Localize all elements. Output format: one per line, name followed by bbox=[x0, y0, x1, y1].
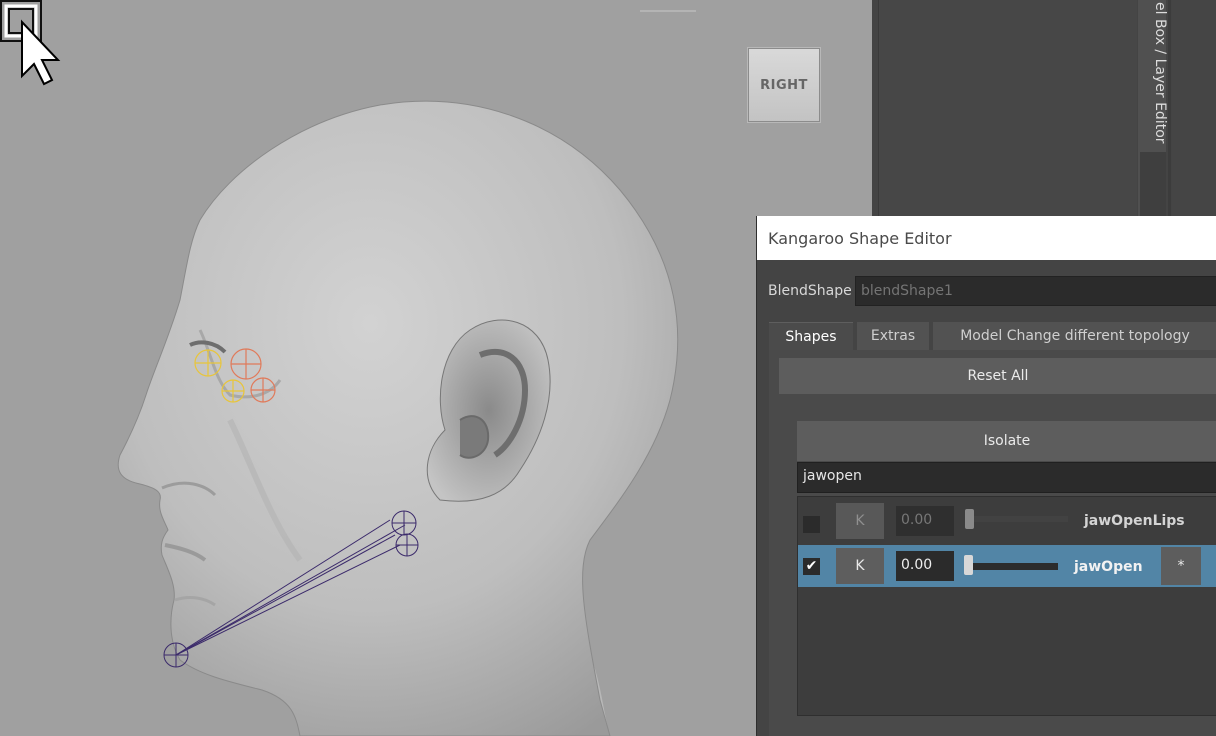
channel-box-tab-label[interactable]: el Box / Layer Editor bbox=[1152, 0, 1168, 144]
filter-input[interactable]: jawopen bbox=[797, 462, 1216, 493]
move-cursor-icon bbox=[0, 0, 61, 86]
list-item[interactable]: K 0.00 jawOpenLips bbox=[798, 503, 1216, 545]
blendshape-field[interactable]: blendShape1 bbox=[855, 276, 1216, 306]
reset-all-button[interactable]: Reset All bbox=[779, 358, 1216, 394]
shape-name: jawOpenLips bbox=[1084, 513, 1185, 529]
blendshape-label: BlendShape bbox=[768, 283, 852, 299]
side-dock: el Box / Layer Editor bbox=[872, 0, 1216, 216]
row-checkbox[interactable] bbox=[803, 516, 820, 533]
edit-shape-button[interactable]: * bbox=[1161, 547, 1201, 585]
weight-slider[interactable] bbox=[967, 563, 1058, 570]
view-cube[interactable]: RIGHT bbox=[748, 48, 820, 122]
head-model-render bbox=[117, 100, 679, 736]
tab-model-change[interactable]: Model Change different topology bbox=[933, 322, 1216, 350]
weight-field[interactable]: 0.00 bbox=[896, 551, 954, 581]
dock-divider[interactable] bbox=[1168, 0, 1171, 216]
weight-slider-handle[interactable] bbox=[965, 509, 974, 529]
weight-field[interactable]: 0.00 bbox=[896, 506, 954, 536]
window-title: Kangaroo Shape Editor bbox=[768, 229, 952, 248]
dock-right-panel bbox=[1172, 0, 1216, 216]
isolate-button[interactable]: Isolate bbox=[797, 421, 1216, 461]
key-button[interactable]: K bbox=[836, 548, 884, 584]
dock-panel bbox=[878, 0, 1137, 216]
3d-viewport[interactable]: RIGHT bbox=[0, 0, 872, 736]
tab-extras[interactable]: Extras bbox=[857, 322, 929, 350]
channel-box-tab-lower bbox=[1140, 152, 1166, 216]
weight-slider-handle[interactable] bbox=[964, 555, 973, 575]
shape-name: jawOpen bbox=[1074, 559, 1143, 575]
row-checkbox[interactable]: ✔ bbox=[803, 558, 820, 575]
weight-slider[interactable] bbox=[968, 516, 1068, 522]
key-button[interactable]: K bbox=[836, 503, 884, 539]
shape-list: K 0.00 jawOpenLips ✔ K 0.00 jawOpen * bbox=[797, 496, 1216, 716]
list-item-selected[interactable]: ✔ K 0.00 jawOpen * bbox=[798, 545, 1216, 587]
editor-titlebar[interactable]: Kangaroo Shape Editor bbox=[757, 216, 1216, 260]
shape-editor-window: Kangaroo Shape Editor BlendShape blendSh… bbox=[756, 216, 1216, 736]
tab-shapes[interactable]: Shapes bbox=[769, 322, 853, 350]
